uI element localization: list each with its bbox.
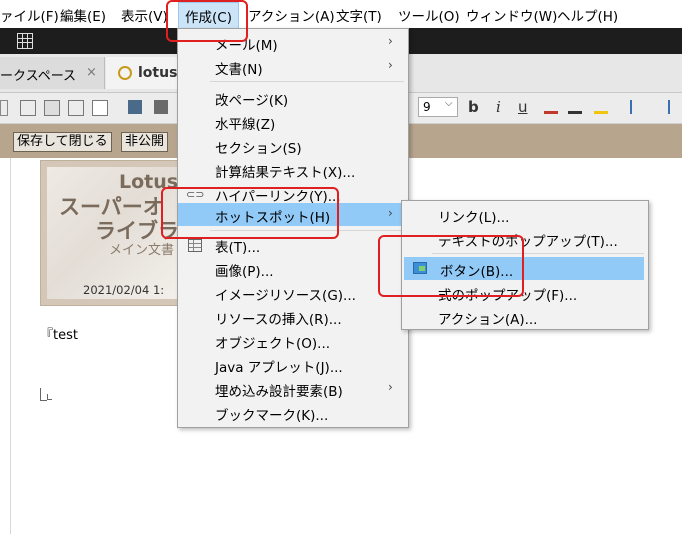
text-color-icon[interactable] [544,100,558,114]
chevron-right-icon: › [388,206,393,220]
menu-text[interactable]: 文字(T) [336,5,382,25]
menu-tools[interactable]: ツール(O) [398,5,460,25]
paste-icon[interactable] [44,100,60,116]
tab-workspace[interactable]: ークスペース × [0,57,105,89]
create-menu-item-horizontal-rule[interactable]: 水平線(Z) [178,110,408,133]
indent-icon[interactable] [630,100,644,114]
banner-subtitle: メイン文書 [109,243,175,258]
menu-window[interactable]: ウィンドウ(W) [466,5,557,25]
menu-item-label: イメージリソース(G)... [215,288,356,304]
menu-item-label: リソースの挿入(R)... [215,312,342,328]
chevron-right-icon: › [388,380,393,394]
menu-item-label: 表(T)... [215,240,261,256]
create-menu-item-document[interactable]: 文書(N) › [178,55,408,78]
cut-icon[interactable] [0,100,8,116]
print-icon[interactable] [154,100,168,114]
margin-line [10,158,11,534]
menu-item-label: 画像(P)... [215,264,274,280]
annotation-create-menu [166,0,248,42]
tab-lotus-label: lotus [138,65,178,81]
paragraph-marker-tail [47,394,52,400]
font-size-select[interactable]: 9 ⌵ [418,97,458,117]
new-doc-icon[interactable] [92,100,108,116]
chevron-right-icon: › [388,58,393,72]
menu-item-label: ブックマーク(K)... [215,408,329,424]
menu-view[interactable]: 表示(V) [121,5,168,25]
italic-button[interactable]: i [496,98,501,116]
create-menu-item-insert-resource[interactable]: リソースの挿入(R)... [178,305,408,328]
create-menu-item-image[interactable]: 画像(P)... [178,257,408,280]
chevron-down-icon: ⌵ [445,98,453,109]
menu-item-label: 水平線(Z) [215,117,276,133]
chevron-right-icon: › [388,34,393,48]
menu-item-label: 改ページ(K) [215,93,289,109]
banner-date: 2021/02/04 1: [83,283,165,297]
create-menu-item-image-resource[interactable]: イメージリソース(G)... [178,281,408,304]
create-menu-item-computed-text[interactable]: 計算結果テキスト(X)... [178,158,408,181]
download-icon[interactable] [128,100,142,114]
font-size-value: 9 [423,100,431,114]
menu-item-label: リンク(L)... [438,210,510,226]
create-menu-item-embedded-element[interactable]: 埋め込み設計要素(B) › [178,377,408,400]
hotspot-menu-item-link[interactable]: リンク(L)... [402,203,648,226]
create-menu-item-page-break[interactable]: 改ページ(K) [178,86,408,109]
paragraph-marker [40,388,47,401]
menu-item-label: 計算結果テキスト(X)... [215,165,356,181]
highlight-icon[interactable] [594,100,608,114]
menu-item-label: オブジェクト(O)... [215,336,331,352]
copy-icon[interactable] [20,100,36,116]
menu-item-label: Java アプレット(J)... [215,360,343,376]
document-body-text[interactable]: 『test [40,324,78,343]
menu-help[interactable]: ヘルプ(H) [557,5,618,25]
save-close-button[interactable]: 保存して閉じる [13,132,112,152]
create-menu-item-java-applet[interactable]: Java アプレット(J)... [178,353,408,376]
close-icon[interactable]: × [86,65,97,80]
tab-workspace-label: ークスペース [0,69,77,84]
underline-button[interactable]: u [518,98,528,116]
bold-button[interactable]: b [468,98,479,116]
lotus-icon [118,66,132,80]
menu-item-label: 埋め込み設計要素(B) [215,384,343,400]
create-menu-item-object[interactable]: オブジェクト(O)... [178,329,408,352]
menu-item-label: 文書(N) [215,62,263,78]
create-menu-item-section[interactable]: セクション(S) [178,134,408,157]
annotation-button-item [378,235,524,297]
private-button[interactable]: 非公開 [121,132,169,152]
menu-action[interactable]: アクション(A) [248,5,335,25]
table-icon [188,239,202,252]
outdent-icon[interactable] [656,100,670,114]
menu-file[interactable]: ァイル(F) [0,5,59,25]
menu-separator [210,81,404,82]
menu-edit[interactable]: 編集(E) [60,5,106,25]
menubar: ァイル(F) 編集(E) 表示(V) 作成(C) アクション(A) 文字(T) … [0,0,682,30]
calculator-icon[interactable] [17,33,33,49]
create-menu-item-bookmark[interactable]: ブックマーク(K)... [178,401,408,424]
annotation-hotspot-item [161,187,339,239]
menu-item-label: アクション(A)... [438,312,538,328]
paste-special-icon[interactable] [68,100,84,116]
menu-item-label: セクション(S) [215,141,302,157]
hotspot-menu-item-action[interactable]: アクション(A)... [402,305,648,328]
pen-icon[interactable] [568,100,582,114]
